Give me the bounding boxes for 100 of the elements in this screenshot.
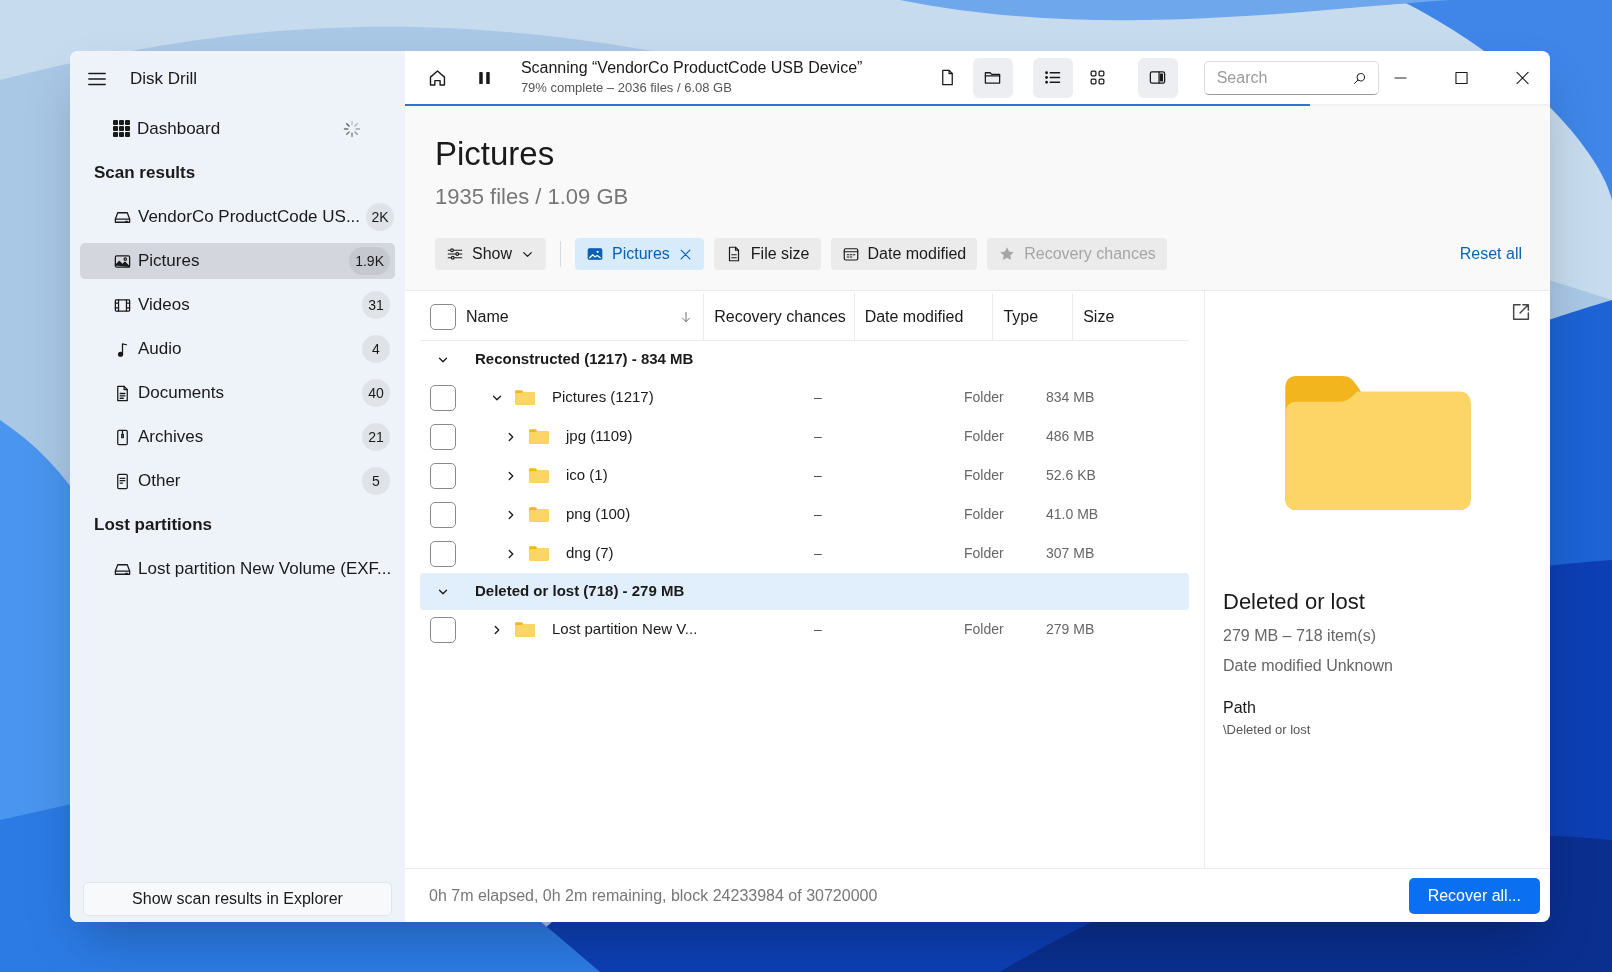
sidebar-item[interactable]: Audio 4 [80, 331, 395, 367]
checkbox[interactable] [430, 462, 456, 489]
sidebar-label: Audio [138, 338, 183, 361]
page-subtitle: 1935 files / 1.09 GB [435, 183, 630, 211]
file-name: ico (1) [566, 465, 608, 486]
section-heading: Lost partitions [93, 514, 214, 537]
grid-icon [113, 120, 131, 138]
preview-panel-button[interactable] [1137, 57, 1178, 98]
size-cell-text: 52.6 KB [1046, 466, 1096, 485]
filter-chip[interactable]: Pictures [575, 238, 704, 270]
sidebar-item[interactable]: Videos 31 [80, 287, 395, 323]
recover-all-button[interactable]: Recover all... [1408, 877, 1540, 914]
folder-icon [528, 428, 550, 445]
preview-title: Deleted or lost [1223, 588, 1366, 616]
scan-title: Scanning “VendorCo ProductCode USB Device” [520, 57, 864, 78]
sidebar-label: Archives [138, 426, 205, 449]
sidebar-label: Pictures [138, 250, 201, 273]
column-header[interactable]: Date modified [864, 304, 993, 329]
folder-view-button[interactable] [972, 57, 1013, 98]
checkbox[interactable] [430, 616, 456, 643]
sidebar-item[interactable]: Lost partition New Volume (EXF... [80, 551, 395, 587]
count-badge: 31 [362, 291, 390, 319]
section-heading: Scan results [93, 162, 197, 185]
file-name: Pictures (1217) [552, 387, 654, 408]
count-badge: 40 [362, 379, 390, 407]
sliders-icon [446, 245, 464, 263]
folder-icon [528, 467, 550, 484]
type-cell-text: Folder [964, 427, 1005, 446]
sidebar-label: VendorCo ProductCode US... [138, 206, 361, 229]
preview-detail: 279 MB – 718 item(s) [1223, 626, 1377, 646]
path-label: Path [1223, 698, 1257, 718]
folder-icon [514, 621, 536, 638]
count-badge: 4 [362, 335, 390, 363]
sidebar-item[interactable]: Documents 40 [80, 375, 395, 411]
column-header[interactable]: Recovery chances [714, 304, 854, 329]
size-cell-text: 486 MB [1046, 427, 1095, 446]
recovery-chances-cell-text: – [814, 544, 823, 563]
page-title: Pictures [435, 134, 556, 174]
sidebar-item[interactable]: Pictures 1.9K [80, 243, 395, 279]
type-cell-text: Folder [964, 544, 1005, 563]
calendar-icon [841, 245, 860, 263]
sidebar-item[interactable]: VendorCo ProductCode US... 2K [80, 199, 395, 235]
type-cell-text: Folder [964, 505, 1005, 524]
count-badge: 2K [366, 203, 395, 231]
sidebar-label: Other [138, 470, 182, 493]
column-header[interactable]: Type [1003, 304, 1073, 329]
preview-detail: Date modified Unknown [1223, 656, 1394, 676]
recovery-chances-cell-text: – [814, 620, 823, 639]
show-dropdown[interactable]: Show [435, 238, 547, 270]
folder-icon [514, 389, 536, 406]
search-icon [1351, 70, 1367, 86]
filter-chip[interactable]: File size [713, 238, 821, 270]
recovery-chances-cell-text: – [814, 505, 823, 524]
open-external-icon[interactable] [1510, 301, 1532, 323]
search-field[interactable]: Search [1203, 60, 1379, 95]
count-badge: 1.9K [349, 247, 390, 275]
count-badge: 5 [362, 467, 390, 495]
recovery-chances-cell-text: – [814, 427, 823, 446]
sidebar-item[interactable]: Archives 21 [80, 419, 395, 455]
checkbox[interactable] [430, 303, 456, 330]
list-view-button[interactable] [1032, 57, 1073, 98]
filter-chip[interactable]: Date modified [830, 238, 978, 270]
type-cell-text: Folder [964, 388, 1005, 407]
column-header[interactable]: Size [1083, 304, 1179, 329]
size-cell-text: 834 MB [1046, 388, 1095, 407]
folder-icon [528, 506, 550, 523]
sidebar-label: Documents [138, 382, 225, 405]
sidebar-item[interactable]: Other 5 [80, 463, 395, 499]
folder-icon [528, 545, 550, 562]
dashboard-item[interactable]: Dashboard [80, 107, 395, 151]
column-header[interactable]: Name [466, 304, 680, 329]
count-badge: 21 [362, 423, 390, 451]
recovery-chances-cell-text: – [814, 388, 823, 407]
checkbox[interactable] [430, 540, 456, 567]
file-name: jpg (1109) [566, 426, 633, 447]
side-panel-icon [1148, 68, 1168, 87]
scan-status: 79% complete – 2036 files / 6.08 GB [520, 78, 733, 97]
group-row[interactable]: Reconstructed (1217) - 834 MB [420, 341, 1189, 378]
size-cell-text: 307 MB [1046, 544, 1095, 563]
type-cell-text: Folder [964, 620, 1005, 639]
sidebar-label: Lost partition New Volume (EXF... [138, 558, 392, 581]
scan-progress-text: 0h 7m elapsed, 0h 2m remaining, block 24233984 of 30720000 [429, 885, 879, 906]
checkbox[interactable] [430, 501, 456, 528]
checkbox[interactable] [430, 384, 456, 411]
size-cell-text: 279 MB [1046, 620, 1095, 639]
group-row[interactable]: Deleted or lost (718) - 279 MB [420, 573, 1189, 610]
group-label: Deleted or lost (718) - 279 MB [475, 581, 685, 602]
file-name: dng (7) [566, 543, 614, 564]
app-title: Disk Drill [130, 68, 198, 91]
sidebar-label: Videos [138, 294, 191, 317]
image-icon [586, 245, 605, 263]
path-value: \Deleted or lost [1223, 721, 1312, 739]
file-name: Lost partition New V... [552, 619, 698, 640]
show-in-explorer-button[interactable]: Show scan results in Explorer [83, 882, 392, 916]
reset-all-link[interactable]: Reset all [1459, 242, 1522, 266]
recovery-chances-cell-text: – [814, 466, 823, 485]
checkbox[interactable] [430, 423, 456, 450]
group-label: Reconstructed (1217) - 834 MB [475, 349, 694, 370]
file-name: png (100) [566, 504, 631, 525]
type-cell-text: Folder [964, 466, 1005, 485]
